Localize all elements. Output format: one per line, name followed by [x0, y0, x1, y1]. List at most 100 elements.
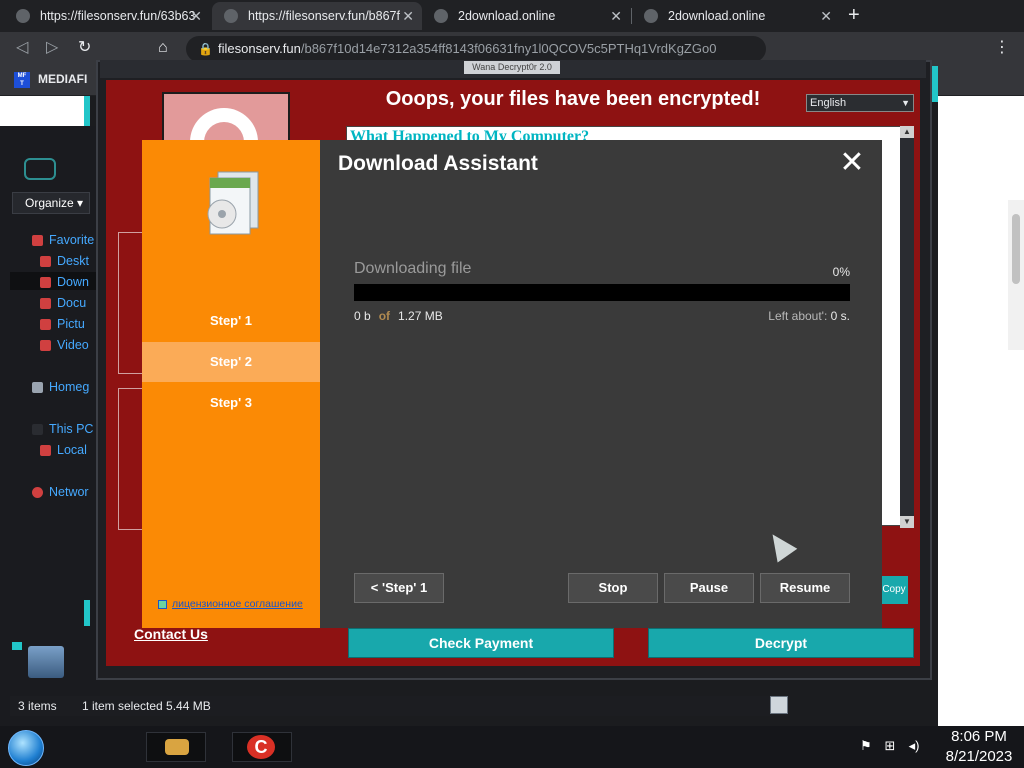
clock-date[interactable]: 8/21/2023 [936, 748, 1022, 765]
globe-icon [644, 9, 658, 23]
time-left-value: 0 s. [830, 309, 850, 323]
tab-title: 2download.online [668, 9, 766, 23]
bookmark-item[interactable]: MEDIAFI [38, 72, 87, 86]
back-icon[interactable]: ◁ [16, 38, 28, 58]
new-tab-button[interactable]: + [848, 5, 860, 25]
contact-us-link[interactable]: Contact Us [134, 626, 208, 642]
home-icon[interactable]: ⌂ [158, 38, 168, 58]
tab-title: 2download.online [458, 9, 556, 23]
network-icon[interactable]: ⊞ [882, 738, 898, 754]
scroll-up-icon[interactable]: ▲ [900, 126, 914, 138]
tree-item-homegroup[interactable]: Homeg [32, 380, 89, 394]
bytes-done: 0 b [354, 309, 371, 323]
tree-item-videos[interactable]: Video [40, 338, 89, 352]
globe-icon [16, 9, 30, 23]
stop-button[interactable]: Stop [568, 573, 658, 603]
tree-item-favorites[interactable]: Favorite [32, 233, 94, 247]
step-1-item[interactable]: Step' 1 [142, 301, 320, 341]
url-host: filesonserv.fun [218, 41, 301, 56]
tree-item-desktop[interactable]: Deskt [40, 254, 89, 268]
star-icon [32, 234, 43, 246]
time-left: Left about': 0 s. [620, 309, 850, 323]
license-agreement-link[interactable]: лицензионное соглашение [158, 598, 303, 610]
page-background [938, 96, 1024, 726]
volume-icon[interactable]: ◂) [906, 738, 922, 754]
tree-item-downloads[interactable]: Down [40, 275, 89, 289]
browser-tab-4[interactable]: 2download.online ✕ [632, 2, 840, 30]
check-payment-button[interactable]: Check Payment [348, 628, 614, 658]
browser-tab-3[interactable]: 2download.online ✕ [422, 2, 630, 30]
homegroup-icon [32, 381, 43, 393]
copy-button[interactable]: Copy [880, 576, 908, 604]
clock-time[interactable]: 8:06 PM [942, 728, 1016, 745]
ransom-headline: Ooops, your files have been encrypted! [385, 88, 761, 110]
view-toggle-icon[interactable] [770, 696, 788, 714]
download-percent: 0% [832, 265, 850, 279]
page-scrollbar[interactable] [1008, 200, 1024, 350]
license-label: лицензионное соглашение [172, 598, 303, 610]
organize-button[interactable]: Organize ▾ [12, 192, 90, 214]
pictures-icon [40, 318, 51, 330]
frame-decoration [84, 600, 90, 626]
back-nav-icon[interactable] [24, 158, 56, 180]
start-button[interactable] [8, 730, 44, 766]
frame-decoration [84, 96, 90, 126]
reload-icon[interactable]: ↻ [78, 38, 91, 58]
time-left-label: Left about': [768, 309, 828, 323]
lock-icon: 🔒 [198, 42, 213, 56]
decrypt-button[interactable]: Decrypt [648, 628, 914, 658]
tree-label: Pictu [57, 317, 85, 331]
chevron-down-icon: ▼ [901, 98, 910, 108]
resume-button[interactable]: Resume [760, 573, 850, 603]
selection-info: 1 item selected 5.44 MB [82, 699, 211, 713]
download-assistant-dialog: Step' 1 Step' 2 Step' 3 лицензионное сог… [142, 140, 882, 628]
tree-item-local-disk[interactable]: Local [40, 443, 87, 457]
close-icon[interactable]: ✕ [610, 8, 622, 24]
step-3-item[interactable]: Step' 3 [142, 383, 320, 423]
explorer-status-bar: 3 items 1 item selected 5.44 MB [10, 696, 790, 716]
tree-label: Deskt [57, 254, 89, 268]
countdown-box [118, 232, 144, 374]
tree-item-pictures[interactable]: Pictu [40, 317, 85, 331]
tree-item-network[interactable]: Networ [32, 485, 89, 499]
close-icon[interactable]: ✕ [838, 148, 866, 178]
tree-item-this-pc[interactable]: This PC [32, 422, 93, 436]
step-2-item[interactable]: Step' 2 [142, 342, 320, 382]
dialog-title: Download Assistant [338, 152, 538, 175]
back-step-button[interactable]: < 'Step' 1 [354, 573, 444, 603]
scrollbar-thumb[interactable] [1012, 214, 1020, 284]
close-icon[interactable]: ✕ [402, 8, 414, 24]
scroll-down-icon[interactable]: ▼ [900, 516, 914, 528]
computer-icon [28, 646, 64, 678]
browser-tab-2[interactable]: https://filesonserv.fun/b867f ✕ [212, 2, 422, 30]
forward-icon[interactable]: ▷ [46, 38, 58, 58]
close-icon[interactable]: ✕ [190, 8, 202, 24]
flag-icon[interactable]: ⚑ [858, 738, 874, 754]
item-count: 3 items [18, 699, 57, 713]
ccleaner-app-icon[interactable]: C [232, 732, 292, 762]
downloads-icon [40, 276, 51, 288]
language-select[interactable]: English ▼ [806, 94, 914, 112]
info-scrollbar[interactable]: ▲ ▼ [900, 126, 914, 528]
countdown-box [118, 388, 144, 530]
address-bar[interactable]: 🔒 filesonserv.fun/b867f10d14e7312a354ff8… [186, 36, 766, 62]
tree-label: This PC [49, 422, 94, 436]
tree-item-documents[interactable]: Docu [40, 296, 86, 310]
tree-label: Homeg [49, 380, 90, 394]
menu-icon[interactable]: ⋮ [994, 38, 1010, 58]
organize-label: Organize [25, 196, 74, 210]
wizard-main: Download Assistant ✕ Downloading file 0%… [320, 140, 882, 628]
download-bytes: 0 b of 1.27 MB [354, 309, 443, 323]
pause-button[interactable]: Pause [664, 573, 754, 603]
wizard-sidebar: Step' 1 Step' 2 Step' 3 лицензионное сог… [142, 140, 320, 628]
computer-icon [32, 423, 43, 435]
handshake-app-icon[interactable] [146, 732, 206, 762]
software-box-icon [207, 171, 259, 235]
frame-decoration [932, 66, 938, 102]
network-icon [32, 486, 43, 498]
bytes-of: of [378, 309, 391, 323]
license-checkbox[interactable] [158, 599, 167, 609]
browser-tab-1[interactable]: https://filesonserv.fun/63b63 ✕ [4, 2, 210, 30]
close-icon[interactable]: ✕ [820, 8, 832, 24]
frame-decoration [12, 642, 22, 650]
